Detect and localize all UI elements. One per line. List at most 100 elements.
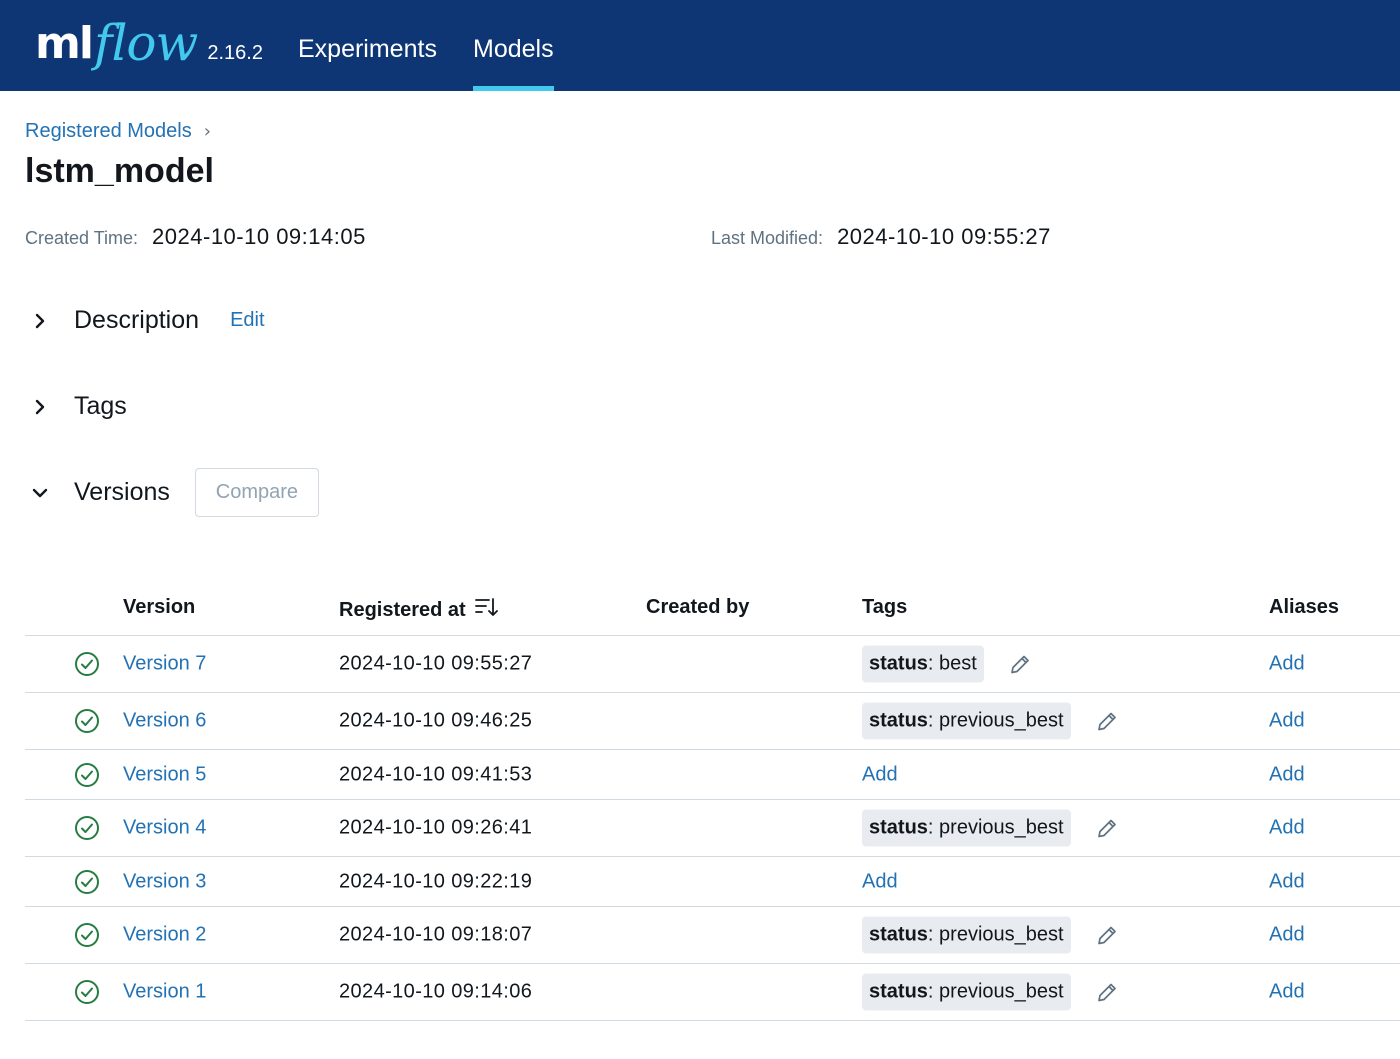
check-circle-icon xyxy=(74,762,100,788)
tag-value: previous_best xyxy=(939,980,1064,1003)
last-modified-label: Last Modified: xyxy=(711,228,824,248)
mlflow-logo[interactable]: ml flow 2.16.2 xyxy=(35,8,263,78)
tags-cell: status: best xyxy=(862,645,1032,683)
table-row: Version 3 2024-10-10 09:22:19 Add Add xyxy=(25,857,1400,907)
logo-ml-text: ml xyxy=(35,18,94,69)
table-row: Version 7 2024-10-10 09:55:27 status: be… xyxy=(25,636,1400,693)
versions-title[interactable]: Versions xyxy=(74,478,170,507)
chevron-down-icon[interactable] xyxy=(30,483,50,503)
tag-chip: status: previous_best xyxy=(862,809,1071,847)
compare-button[interactable]: Compare xyxy=(194,468,319,517)
check-circle-icon xyxy=(74,708,100,734)
pencil-icon[interactable] xyxy=(1008,652,1032,676)
alias-add-link[interactable]: Add xyxy=(1269,817,1305,840)
column-header-registered-at[interactable]: Registered at xyxy=(339,596,498,624)
column-header-aliases-label: Aliases xyxy=(1269,596,1340,618)
tag-value: best xyxy=(939,652,977,675)
tag-key: status xyxy=(869,980,928,1003)
tag-key: status xyxy=(869,709,928,732)
registered-at-value: 2024-10-10 09:14:06 xyxy=(339,980,533,1003)
top-nav-bar: ml flow 2.16.2 Experiments Models xyxy=(0,0,1400,91)
tag-key: status xyxy=(869,923,928,946)
tags-cell: status: previous_best xyxy=(862,916,1119,954)
column-header-tags-label: Tags xyxy=(862,596,908,618)
version-link[interactable]: Version 5 xyxy=(123,763,206,786)
column-header-aliases: Aliases xyxy=(1269,596,1339,619)
tag-chip: status: best xyxy=(862,645,984,683)
pencil-icon[interactable] xyxy=(1095,923,1119,947)
registered-at-value: 2024-10-10 09:55:27 xyxy=(339,652,533,675)
version-link[interactable]: Version 7 xyxy=(123,653,206,676)
last-modified-value: 2024-10-10 09:55:27 xyxy=(837,224,1051,249)
sort-descending-icon[interactable] xyxy=(474,596,498,624)
check-circle-icon xyxy=(74,869,100,895)
version-link[interactable]: Version 6 xyxy=(123,710,206,733)
page-title: lstm_model xyxy=(25,152,214,190)
check-circle-icon xyxy=(74,922,100,948)
tag-add-link[interactable]: Add xyxy=(862,763,898,786)
column-header-created-by: Created by xyxy=(646,596,749,619)
alias-add-link[interactable]: Add xyxy=(1269,763,1305,786)
alias-add-link[interactable]: Add xyxy=(1269,710,1305,733)
tag-value: previous_best xyxy=(939,923,1064,946)
registered-at-value: 2024-10-10 09:26:41 xyxy=(339,816,533,839)
column-header-version: Version xyxy=(123,596,195,619)
last-modified: Last Modified: 2024-10-10 09:55:27 xyxy=(711,224,1051,250)
created-time-value: 2024-10-10 09:14:05 xyxy=(152,224,366,249)
description-title[interactable]: Description xyxy=(74,306,199,335)
created-time: Created Time: 2024-10-10 09:14:05 xyxy=(25,224,366,250)
tag-key: status xyxy=(869,652,928,675)
tag-chip: status: previous_best xyxy=(862,702,1071,740)
registered-at-value: 2024-10-10 09:41:53 xyxy=(339,763,533,785)
version-link[interactable]: Version 4 xyxy=(123,817,206,840)
registered-at-value: 2024-10-10 09:22:19 xyxy=(339,870,533,892)
tag-chip: status: previous_best xyxy=(862,916,1071,954)
chevron-right-icon[interactable] xyxy=(30,397,50,417)
version-link[interactable]: Version 1 xyxy=(123,981,206,1004)
check-circle-icon xyxy=(74,651,100,677)
breadcrumb-registered-models[interactable]: Registered Models xyxy=(25,120,192,143)
logo-flow-text: flow xyxy=(93,14,198,72)
versions-table: Version Registered at Created by Tags Al… xyxy=(25,580,1400,1021)
pencil-icon[interactable] xyxy=(1095,816,1119,840)
app-version: 2.16.2 xyxy=(207,42,263,64)
alias-add-link[interactable]: Add xyxy=(1269,870,1305,893)
version-link[interactable]: Version 3 xyxy=(123,870,206,893)
alias-add-link[interactable]: Add xyxy=(1269,981,1305,1004)
tag-value: previous_best xyxy=(939,816,1064,839)
registered-at-value: 2024-10-10 09:18:07 xyxy=(339,923,533,946)
tag-add-link[interactable]: Add xyxy=(862,870,898,893)
description-section: Description Edit xyxy=(30,306,265,335)
check-circle-icon xyxy=(74,815,100,841)
column-header-version-label: Version xyxy=(123,596,196,618)
tag-value: previous_best xyxy=(939,709,1064,732)
pencil-icon[interactable] xyxy=(1095,980,1119,1004)
description-edit-link[interactable]: Edit xyxy=(230,309,264,332)
column-header-registered-at-label: Registered at xyxy=(339,598,466,621)
tags-cell: status: previous_best xyxy=(862,809,1119,847)
pencil-icon[interactable] xyxy=(1095,709,1119,733)
table-row: Version 1 2024-10-10 09:14:06 status: pr… xyxy=(25,964,1400,1021)
breadcrumb-separator-icon: › xyxy=(203,121,211,142)
tag-chip: status: previous_best xyxy=(862,973,1071,1011)
version-link[interactable]: Version 2 xyxy=(123,924,206,947)
table-row: Version 5 2024-10-10 09:41:53 Add Add xyxy=(25,750,1400,800)
column-header-created-by-label: Created by xyxy=(646,596,750,618)
table-row: Version 6 2024-10-10 09:46:25 status: pr… xyxy=(25,693,1400,750)
tags-cell: status: previous_best xyxy=(862,702,1119,740)
alias-add-link[interactable]: Add xyxy=(1269,653,1305,676)
column-header-tags: Tags xyxy=(862,596,907,619)
created-time-label: Created Time: xyxy=(25,228,139,248)
nav-experiments[interactable]: Experiments xyxy=(298,0,437,91)
alias-add-link[interactable]: Add xyxy=(1269,924,1305,947)
nav-models[interactable]: Models xyxy=(473,0,554,91)
table-row: Version 4 2024-10-10 09:26:41 status: pr… xyxy=(25,800,1400,857)
tag-key: status xyxy=(869,816,928,839)
registered-at-value: 2024-10-10 09:46:25 xyxy=(339,709,533,732)
tags-section: Tags xyxy=(30,392,127,421)
chevron-right-icon[interactable] xyxy=(30,311,50,331)
tags-title[interactable]: Tags xyxy=(74,392,127,421)
table-row: Version 2 2024-10-10 09:18:07 status: pr… xyxy=(25,907,1400,964)
check-circle-icon xyxy=(74,979,100,1005)
versions-section: Versions Compare xyxy=(30,468,319,517)
